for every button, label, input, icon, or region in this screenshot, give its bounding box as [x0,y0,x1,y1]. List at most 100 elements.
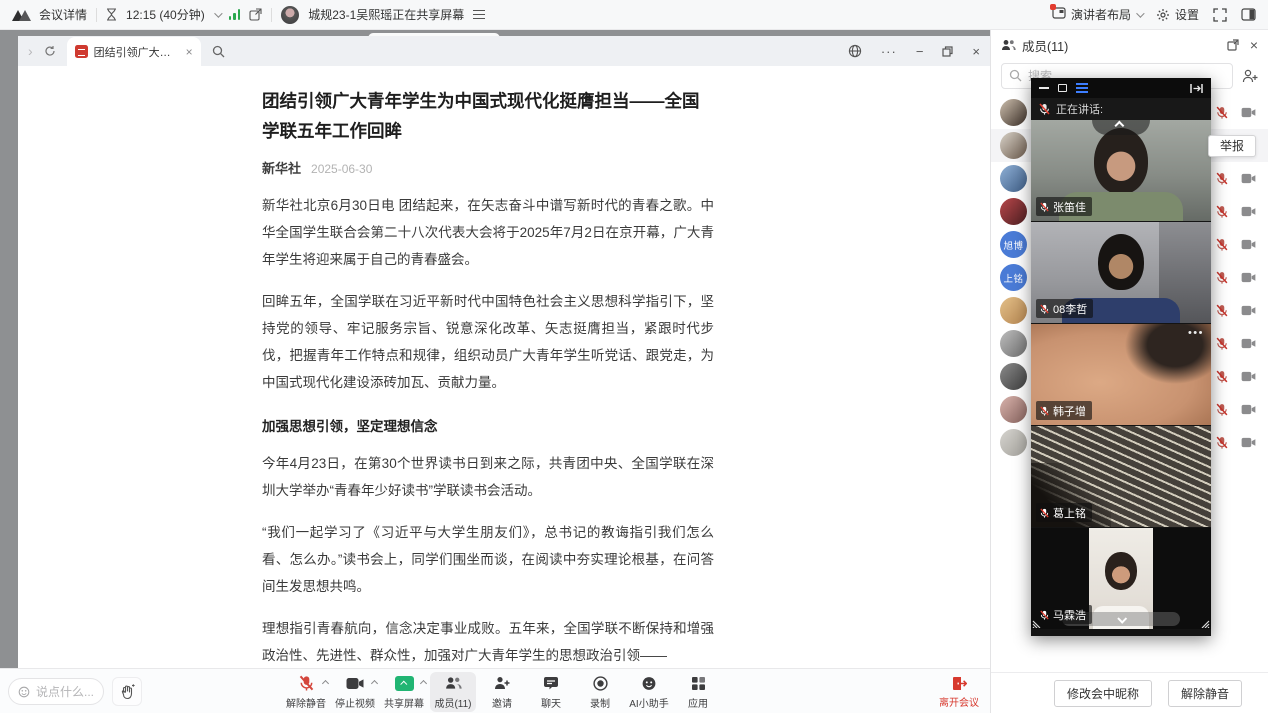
fullscreen-icon[interactable] [1213,8,1227,22]
apps-button[interactable]: 应用 [675,672,721,712]
ai-assistant-button[interactable]: AI小助手 [626,672,672,712]
close-panel-icon[interactable]: × [1250,37,1258,53]
members-button[interactable]: 成员(11) [430,672,476,712]
record-button[interactable]: 录制 [577,672,623,712]
member-avatar [1000,132,1027,159]
video-tile[interactable]: 葛上铭 [1031,426,1211,527]
divider [96,8,97,22]
video-options-caret[interactable] [371,680,378,687]
strip-collapse-icon[interactable] [1190,83,1203,94]
record-icon [593,676,608,691]
mic-muted-icon [1039,103,1050,115]
stop-video-button[interactable]: 停止视频 [332,672,378,712]
side-panel-toggle-icon[interactable] [1241,8,1256,21]
members-panel-footer: 修改会中昵称 解除静音 [991,672,1268,713]
invite-button[interactable]: 邀请 [479,672,525,712]
article-byline: 新华社 2025-06-30 [262,158,714,177]
raise-hand-button[interactable] [112,677,142,706]
open-external-icon[interactable] [249,8,262,21]
member-status-icons [1216,271,1256,284]
window-restore-icon[interactable] [942,46,953,57]
video-tile[interactable]: 马霖浩 [1031,528,1211,629]
resize-handle-icon[interactable] [1032,613,1047,628]
chat-icon [543,676,559,690]
browser-tab-bar: › 团结引领广大青年学生为中 × ··· − × [18,36,990,66]
popout-panel-icon[interactable] [1227,39,1239,51]
settings-button[interactable]: 设置 [1156,6,1199,23]
video-tile[interactable]: ••• 韩子增 [1031,324,1211,425]
refresh-icon[interactable] [44,45,56,57]
mic-muted-icon [299,675,314,691]
rename-button[interactable]: 修改会中昵称 [1054,680,1152,707]
mic-muted-icon [1216,337,1228,350]
mic-muted-icon [1216,271,1228,284]
strip-minimize-icon[interactable] [1039,87,1049,89]
members-panel-title: 成员(11) [1022,36,1068,55]
camera-icon [1241,338,1256,349]
network-signal-icon [229,9,241,20]
timer-chevron-icon[interactable] [214,9,222,17]
tile-more-icon[interactable]: ••• [1188,327,1204,339]
strip-window-mode-icon[interactable] [1058,84,1067,92]
unmute-button[interactable]: 解除静音 [1168,680,1242,707]
member-avatar: 旭博 [1000,231,1027,258]
leave-meeting-icon [952,676,967,691]
tab-title: 团结引领广大青年学生为中 [94,44,180,60]
gear-icon [1156,8,1170,22]
hourglass-icon [106,8,117,21]
shared-screen-area: › 团结引领广大青年学生为中 × ··· − × 团结引领广 [0,30,990,668]
new-tab-search-icon[interactable] [212,45,225,58]
members-panel: 成员(11) × 举报 [990,30,1268,713]
browser-menu-icon[interactable]: ··· [881,44,897,59]
resize-handle-icon[interactable] [1195,613,1210,628]
member-avatar [1000,396,1027,423]
back-icon[interactable]: › [28,44,33,58]
mic-muted-icon [1040,508,1049,518]
screen-share-icon [395,676,414,691]
layout-switch-button[interactable]: 演讲者布局 [1052,6,1142,23]
member-status-icons [1216,172,1256,185]
video-name-label: 08李哲 [1036,299,1093,318]
member-status-icons [1216,106,1256,119]
audio-options-caret[interactable] [322,680,329,687]
share-screen-button[interactable]: 共享屏幕 [381,672,427,712]
mic-muted-icon [1040,304,1049,314]
globe-icon[interactable] [848,44,862,58]
video-tile[interactable]: 张笛佳 [1031,120,1211,221]
leave-meeting-button[interactable]: 离开会议 [930,672,988,712]
quick-chat-pill[interactable] [8,678,104,705]
add-member-icon[interactable] [1242,69,1258,83]
article-source: 新华社 [262,158,301,177]
chat-button[interactable]: 聊天 [528,672,574,712]
video-strip[interactable]: 正在讲话: 张笛佳 08李哲 [1031,78,1211,636]
meeting-details-link[interactable]: 会议详情 [39,6,87,23]
share-menu-icon[interactable] [473,10,485,20]
camera-icon [1241,206,1256,217]
mic-muted-icon [1216,304,1228,317]
share-options-caret[interactable] [420,680,427,687]
mic-muted-icon [1216,106,1228,119]
participant-figure [1094,128,1148,194]
browser-tab[interactable]: 团结引领广大青年学生为中 × [67,37,201,66]
member-status-icons [1216,403,1256,416]
invite-icon [494,676,510,690]
mic-muted-icon [1216,436,1228,449]
member-status-icons [1216,436,1256,449]
tab-close-icon[interactable]: × [186,45,193,59]
member-avatar [1000,330,1027,357]
meeting-timer[interactable]: 12:15 (40分钟) [126,6,205,23]
scroll-up-control[interactable] [1092,120,1150,135]
divider [271,8,272,22]
unmute-audio-button[interactable]: 解除静音 [283,672,329,712]
window-minimize-icon[interactable]: − [916,44,924,59]
quick-chat-input[interactable] [36,685,94,699]
presenter-avatar [281,6,299,24]
member-avatar [1000,99,1027,126]
strip-list-mode-icon[interactable] [1076,83,1088,94]
camera-icon [1241,239,1256,250]
report-button[interactable]: 举报 [1208,135,1256,157]
article-paragraph: “我们一起学习了《习近平与大学生朋友们》，总书记的教诲指引我们怎么看、怎么办。”… [262,519,714,600]
video-tile[interactable]: 08李哲 [1031,222,1211,323]
window-close-icon[interactable]: × [972,44,980,59]
camera-icon [1241,173,1256,184]
